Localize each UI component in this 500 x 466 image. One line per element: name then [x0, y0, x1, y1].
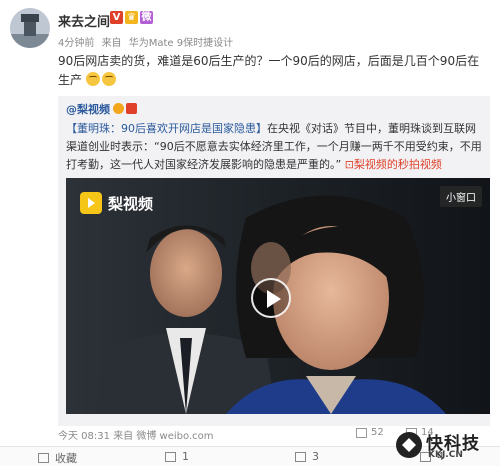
- video-link-icon: ⊡: [344, 158, 354, 171]
- emoji-icon: [101, 72, 116, 86]
- post-source[interactable]: 华为Mate 9保时捷设计: [129, 38, 233, 49]
- repost-count: 1: [182, 450, 189, 463]
- repost-text: 【董明珠：90后喜欢开网店是国家隐患】在央视《对话》节目中，董明珠谈到互联网渠道…: [66, 120, 484, 174]
- repost-source[interactable]: 微博 weibo.com: [136, 431, 213, 442]
- repost-author-line: @梨视频: [66, 101, 137, 117]
- favorite-label: 收藏: [55, 452, 77, 465]
- verified-badge: V: [110, 11, 123, 24]
- post-time[interactable]: 4分钟前: [58, 38, 94, 49]
- post-text-block: 90后网店卖的货，难道是60后生产的？一个90后的网店，后面是几百个90后在生产: [58, 52, 488, 90]
- post-text: 90后网店卖的货，难道是60后生产的？一个90后的网店，后面是几百个90后在生产: [58, 54, 480, 87]
- emoji-icon: [85, 72, 100, 86]
- repost-time: 今天 08:31 来自 微博 weibo.com: [58, 427, 214, 442]
- comment-count: 3: [312, 450, 319, 463]
- vip-icon: [126, 103, 137, 114]
- repost-comment-button[interactable]: 52: [356, 427, 384, 438]
- avatar[interactable]: [10, 8, 50, 48]
- watermark-logo-icon: [396, 432, 422, 458]
- verified-icon: [113, 103, 124, 114]
- comment-button[interactable]: 3: [295, 450, 319, 463]
- weibo-post-card: 来去之间 V ♛ 微 4分钟前 来自 华为Mate 9保时捷设计 90后网店卖的…: [0, 0, 500, 466]
- small-window-button[interactable]: 小窗口: [440, 186, 482, 207]
- repost-icon: [165, 451, 176, 462]
- pear-video-logo-icon: [80, 192, 102, 214]
- video-player[interactable]: 梨视频 小窗口: [66, 178, 490, 414]
- video-link[interactable]: 梨视频的秒拍视频: [354, 158, 442, 171]
- video-brand-label: 梨视频: [108, 194, 154, 213]
- repost-button[interactable]: 1: [165, 450, 189, 463]
- vip-badge: 微: [140, 11, 153, 24]
- post-source-prefix: 来自: [101, 38, 122, 49]
- repost-author[interactable]: @梨视频: [66, 103, 110, 116]
- watermark-sub: KKJ.CN: [428, 450, 463, 460]
- post-meta: 4分钟前 来自 华为Mate 9保时捷设计: [58, 34, 237, 49]
- member-badge: ♛: [125, 11, 138, 24]
- star-icon: [38, 453, 49, 463]
- repost-comment-count: 52: [371, 427, 384, 438]
- repost-hashtag[interactable]: 【董明珠：90后喜欢开网店是国家隐患】: [66, 122, 267, 135]
- comment-icon: [295, 451, 306, 462]
- repost-source-prefix: 来自: [113, 431, 134, 442]
- repost-box: @梨视频 【董明珠：90后喜欢开网店是国家隐患】在央视《对话》节目中，董明珠谈到…: [58, 96, 490, 426]
- repost-time-value[interactable]: 今天 08:31: [58, 431, 110, 442]
- watermark: 快科技 KKJ.CN: [394, 425, 494, 465]
- favorite-button[interactable]: 收藏: [38, 450, 77, 466]
- video-brand: 梨视频: [80, 192, 153, 214]
- play-icon[interactable]: [251, 278, 291, 318]
- username[interactable]: 来去之间: [58, 11, 110, 30]
- comment-icon: [356, 427, 367, 438]
